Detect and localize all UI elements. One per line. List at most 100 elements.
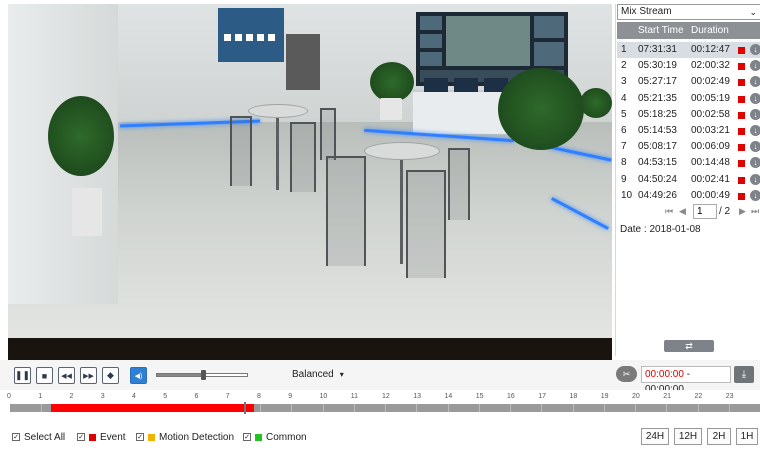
prev-page-icon[interactable]: ◀ (679, 206, 686, 217)
pause-button[interactable]: ❚❚ (14, 367, 31, 384)
stream-type-select[interactable]: Mix Stream ⌄ (617, 4, 760, 20)
clip-button[interactable]: ✂ (616, 366, 637, 382)
volume-slider-fill (157, 374, 204, 376)
stream-type-value: Mix Stream (621, 6, 672, 17)
last-page-icon[interactable]: ⏭ (751, 206, 759, 217)
timeline-hour-label: 1 (38, 393, 43, 400)
timeline-gridline (447, 404, 449, 412)
record-row[interactable]: 9 04:50:24 00:02:41 ↓ (617, 172, 760, 188)
record-row[interactable]: 1 07:31:31 00:12:47 ↓ (617, 42, 760, 58)
download-icon[interactable]: ↓ (750, 189, 760, 201)
timeline-hour-label: 12 (382, 393, 390, 400)
motion-detection-checkbox[interactable]: ✓ Motion Detection (136, 431, 234, 443)
snapshot-button[interactable]: ◆ (102, 367, 119, 384)
timeline-gridline (322, 404, 324, 412)
timeline-hour-label: 11 (350, 393, 359, 400)
zoom-12h-button[interactable]: 12H (674, 428, 702, 445)
download-icon[interactable]: ↓ (750, 92, 760, 104)
record-row[interactable]: 8 04:53:15 00:14:48 ↓ (617, 155, 760, 171)
common-checkbox[interactable]: ✓ Common (243, 431, 307, 443)
record-type-marker (738, 192, 745, 200)
timeline-gridline (260, 404, 261, 412)
timeline-gridline (291, 404, 293, 412)
rewind-icon: ◀◀ (61, 372, 72, 380)
timeline-gridline (541, 404, 543, 412)
fast-play-button[interactable]: ▶▶ (80, 367, 97, 384)
record-row[interactable]: 5 05:18:25 00:02:58 ↓ (617, 107, 760, 123)
timeline-gridline (385, 404, 386, 412)
download-icon[interactable]: ↓ (750, 157, 760, 169)
select-all-label: Select All (24, 431, 66, 443)
page-number-input[interactable] (693, 204, 717, 219)
swap-view-button[interactable]: ⇄ (664, 340, 714, 352)
record-type-filters: ✓ Select All ✓ Event ✓ Motion Detection … (0, 420, 760, 454)
checkbox-checked-icon: ✓ (243, 433, 251, 441)
select-all-checkbox[interactable]: ✓ Select All (12, 431, 65, 443)
timeline-hour-label: 2 (69, 393, 74, 400)
timeline-hour-label: 9 (288, 393, 293, 400)
timeline-track[interactable] (10, 402, 760, 414)
timeline-playhead[interactable] (244, 402, 247, 414)
timeline-hour-label: 22 (694, 393, 703, 400)
record-table-header: Start Time Duration (617, 22, 760, 39)
chevron-down-icon: ⌄ (749, 7, 757, 17)
volume-slider-thumb[interactable] (201, 370, 207, 380)
timeline-hour-label: 20 (632, 393, 640, 400)
clip-separator: - (683, 369, 691, 380)
timeline-gridline (666, 404, 668, 412)
record-list-panel: Mix Stream ⌄ Start Time Duration 1 07:31:… (615, 4, 760, 356)
next-page-icon[interactable]: ▶ (739, 206, 746, 217)
pagination: ⏮ ◀ / 2 ▶ ⏭ (617, 204, 760, 220)
timeline-recorded-segment[interactable] (50, 404, 254, 412)
zoom-1h-button[interactable]: 1H (736, 428, 758, 445)
record-start-time: 04:49:26 (638, 189, 677, 201)
video-viewport[interactable] (8, 4, 612, 360)
camera-feed-image (8, 4, 612, 360)
record-row[interactable]: 10 04:49:26 00:00:49 ↓ (617, 188, 760, 204)
record-number: 8 (621, 157, 627, 169)
record-number: 3 (621, 76, 627, 88)
record-type-marker (738, 111, 745, 119)
record-duration: 00:05:19 (691, 92, 730, 104)
record-type-marker (738, 95, 745, 103)
volume-slider[interactable] (156, 370, 248, 380)
download-icon[interactable]: ↓ (750, 44, 760, 55)
playback-controls: ❚❚ ■ ◀◀ ▶▶ ◆ ◀) Balanced ▾ ✂ 00:00:00 - 0… (0, 360, 760, 395)
scissors-icon: ✂ (622, 369, 631, 379)
download-icon[interactable]: ↓ (750, 173, 760, 185)
timeline-hour-label: 16 (507, 393, 515, 400)
record-duration: 02:00:32 (691, 60, 730, 72)
record-row[interactable]: 2 05:30:19 02:00:32 ↓ (617, 58, 760, 74)
record-row[interactable]: 7 05:08:17 00:06:09 ↓ (617, 139, 760, 155)
download-icon[interactable]: ↓ (750, 76, 760, 88)
timeline-gridline (478, 404, 480, 412)
volume-button[interactable]: ◀) (130, 367, 147, 384)
motion-detection-label: Motion Detection (159, 431, 235, 443)
header-duration: Duration (691, 25, 729, 36)
record-row[interactable]: 6 05:14:53 00:03:21 ↓ (617, 123, 760, 139)
download-button[interactable]: ⤓ (734, 366, 754, 383)
record-type-marker (738, 79, 745, 87)
zoom-2h-button[interactable]: 2H (707, 428, 731, 445)
download-icon[interactable]: ↓ (750, 60, 760, 72)
download-icon[interactable]: ↓ (750, 141, 760, 153)
stop-button[interactable]: ■ (36, 367, 53, 384)
record-number: 10 (621, 189, 633, 201)
stream-quality-value: Balanced (292, 369, 334, 380)
download-icon[interactable]: ↓ (750, 125, 760, 136)
slow-play-button[interactable]: ◀◀ (58, 367, 75, 384)
timeline-hour-label: 4 (132, 393, 136, 400)
zoom-24h-button[interactable]: 24H (641, 428, 669, 445)
record-type-marker (738, 144, 745, 152)
timeline[interactable]: 0 1 2 3 4 5 6 7 8 9 10 11 12 13 14 15 16 17 18 19 20 21 22 23 (0, 390, 760, 420)
event-checkbox[interactable]: ✓ Event (77, 431, 126, 443)
record-type-marker (738, 47, 745, 54)
first-page-icon[interactable]: ⏮ (665, 206, 673, 217)
timeline-hour-label: 10 (319, 393, 328, 400)
download-icon[interactable]: ↓ (750, 108, 760, 120)
record-duration: 00:02:41 (691, 173, 730, 185)
stream-quality-select[interactable]: Balanced ▾ (292, 369, 344, 380)
event-color-swatch (89, 433, 96, 441)
record-row[interactable]: 3 05:27:17 00:02:49 ↓ (617, 74, 760, 90)
record-row[interactable]: 4 05:21:35 00:05:19 ↓ (617, 91, 760, 107)
